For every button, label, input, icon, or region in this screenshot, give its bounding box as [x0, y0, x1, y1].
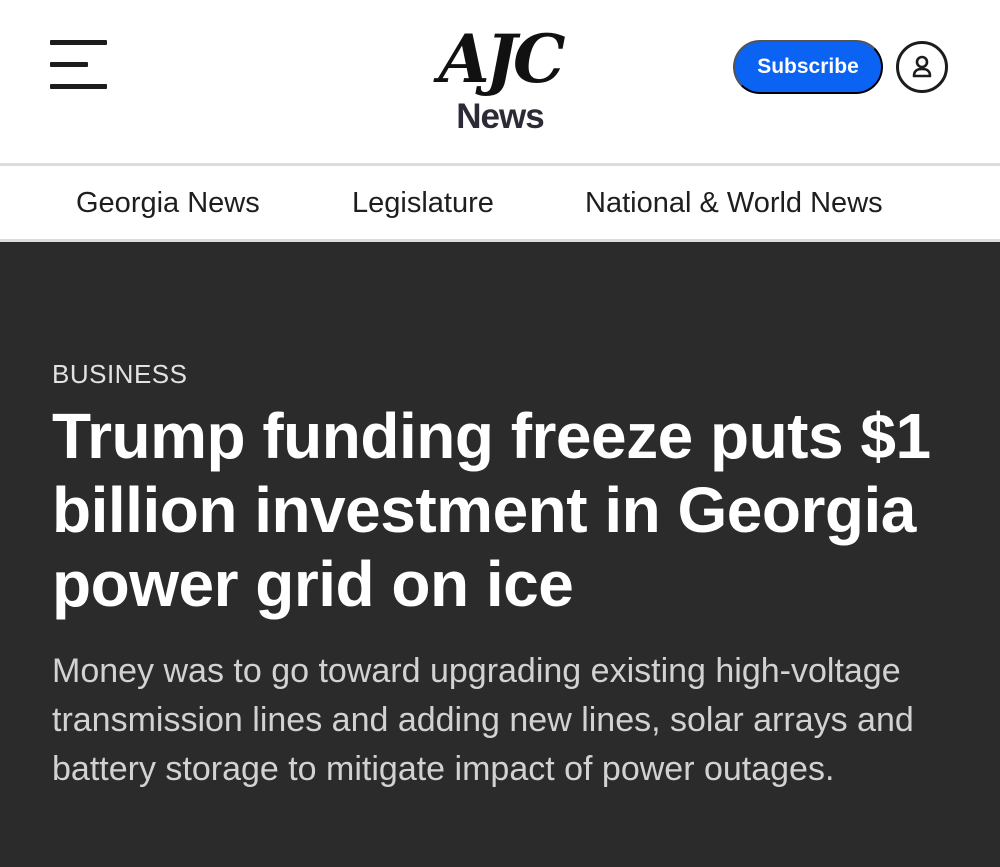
subscribe-button[interactable]: Subscribe [733, 40, 883, 94]
user-account-icon[interactable] [896, 41, 948, 93]
site-header: AJC News Subscribe [0, 0, 1000, 163]
logo-section-label: News [456, 97, 544, 136]
section-nav: Georgia News Legislature National & Worl… [0, 163, 1000, 242]
nav-item-georgia-news[interactable]: Georgia News [76, 187, 260, 220]
article-hero: BUSINESS Trump funding freeze puts $1 bi… [0, 242, 1000, 867]
logo-wordmark: AJC [438, 20, 566, 98]
article-headline[interactable]: Trump funding freeze puts $1 billion inv… [52, 399, 952, 621]
nav-scroll-fade [940, 166, 1000, 239]
article-section-label[interactable]: BUSINESS [52, 359, 188, 390]
user-icon [912, 55, 932, 78]
nav-item-legislature[interactable]: Legislature [352, 187, 494, 220]
nav-item-national-world-news[interactable]: National & World News [585, 187, 883, 220]
hamburger-menu-icon[interactable] [50, 38, 108, 92]
site-logo[interactable]: AJC News [420, 22, 580, 136]
article-summary: Money was to go toward upgrading existin… [52, 652, 914, 788]
